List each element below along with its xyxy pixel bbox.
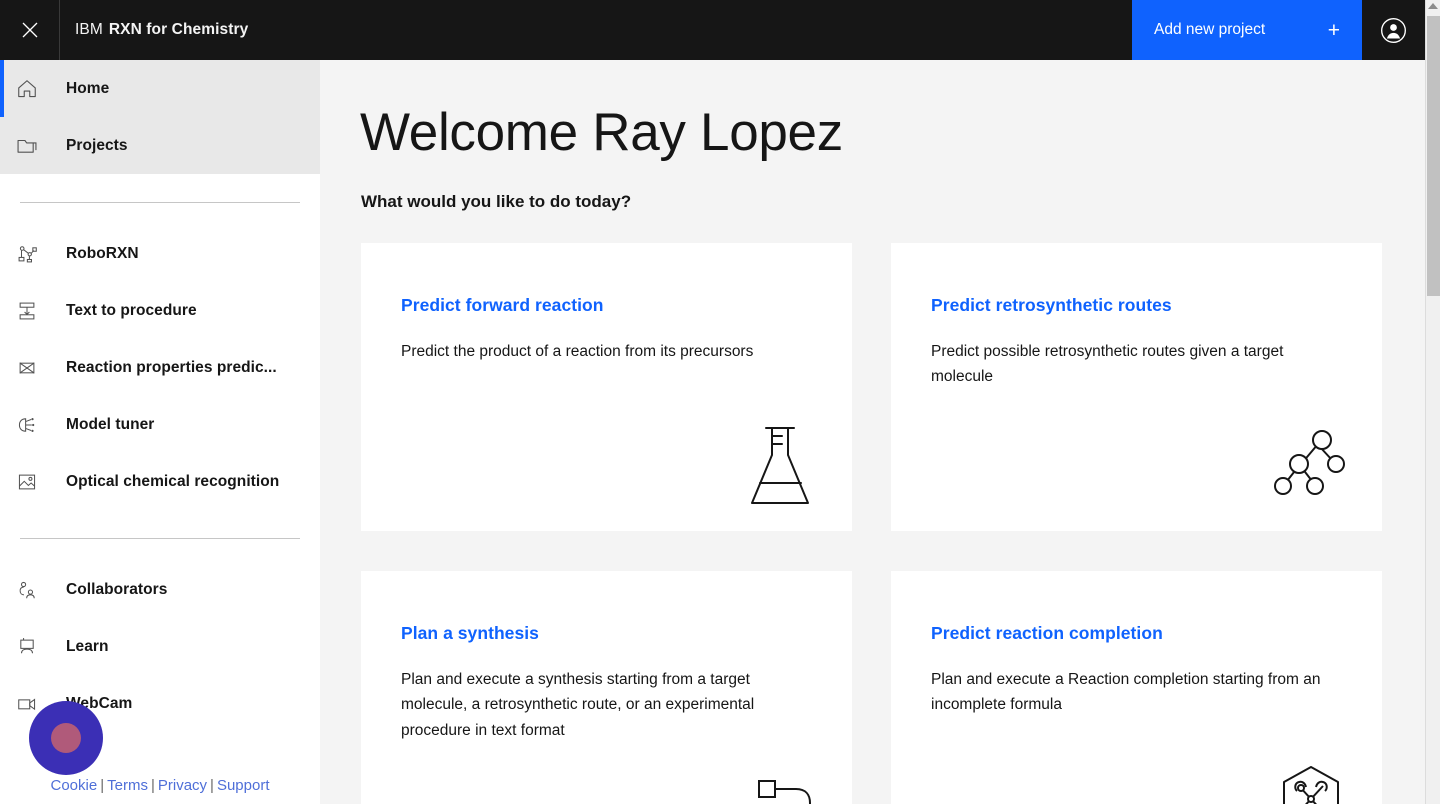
reaction-properties-icon: [16, 357, 48, 379]
sidebar-item-reaction-properties-label: Reaction properties predic...: [66, 358, 277, 376]
add-new-project-button[interactable]: Add new project +: [1132, 0, 1362, 60]
card-predict-retrosynthetic-routes[interactable]: Predict retrosynthetic routes Predict po…: [891, 243, 1382, 532]
erlenmeyer-flask-icon: [742, 425, 820, 511]
sidebar-item-learn-label: Learn: [66, 637, 109, 655]
sidebar-item-collaborators[interactable]: Collaborators: [0, 561, 320, 618]
footer-link-support[interactable]: Support: [217, 777, 270, 794]
sidebar-item-webcam[interactable]: WebCam: [0, 675, 320, 732]
tree-graph-icon: [1272, 425, 1350, 511]
card-description: Plan and execute a Reaction completion s…: [931, 671, 1321, 714]
sidebar-item-text-to-procedure-label: Text to procedure: [66, 301, 197, 319]
sidebar-tools-group: RoboRXN Text to procedure Reaction prope…: [0, 225, 320, 510]
folder-icon: [16, 135, 48, 157]
sidebar-divider-bottom: [20, 538, 300, 539]
main-content-area: Welcome Ray Lopez What would you like to…: [320, 60, 1425, 804]
home-icon: [16, 78, 48, 100]
sidebar-item-model-tuner[interactable]: Model tuner: [0, 396, 320, 453]
card-title: Predict retrosynthetic routes: [931, 295, 1172, 316]
application-window: IBM RXN for Chemistry Add new project +: [0, 0, 1440, 804]
image-recognition-icon: [16, 471, 48, 493]
footer-link-terms[interactable]: Terms: [107, 777, 148, 794]
sidebar-item-collaborators-label: Collaborators: [66, 580, 168, 598]
webcam-icon: [16, 693, 48, 715]
sidebar-item-text-to-procedure[interactable]: Text to procedure: [0, 282, 320, 339]
sidebar-item-optical-chemical-recognition-label: Optical chemical recognition: [66, 472, 280, 490]
sidebar-secondary-group: Collaborators Learn WebCam: [0, 561, 320, 732]
card-description: Predict possible retrosynthetic routes g…: [931, 343, 1284, 386]
card-title: Plan a synthesis: [401, 623, 539, 644]
sidebar-item-projects-label: Projects: [66, 136, 128, 154]
footer-link-cookie[interactable]: Cookie: [51, 777, 98, 794]
card-description: Predict the product of a reaction from i…: [401, 343, 754, 361]
top-header-bar: IBM RXN for Chemistry Add new project +: [0, 0, 1425, 60]
sidebar-footer-links: Cookie | Terms | Privacy | Support: [0, 777, 320, 794]
card-description: Plan and execute a synthesis starting fr…: [401, 671, 755, 739]
molecule-hexagon-icon: [1272, 753, 1350, 804]
sidebar-item-learn[interactable]: Learn: [0, 618, 320, 675]
page-title: Welcome Ray Lopez: [360, 103, 843, 162]
sidebar-item-roborxn-label: RoboRXN: [66, 244, 139, 262]
card-plan-a-synthesis[interactable]: Plan a synthesis Plan and execute a synt…: [361, 571, 852, 804]
sidebar-item-webcam-label: WebCam: [66, 694, 133, 712]
brand-title[interactable]: IBM RXN for Chemistry: [60, 0, 248, 60]
sidebar-item-optical-chemical-recognition[interactable]: Optical chemical recognition: [0, 453, 320, 510]
user-avatar-icon[interactable]: [1362, 0, 1425, 60]
footer-link-privacy[interactable]: Privacy: [158, 777, 207, 794]
add-new-project-label: Add new project: [1154, 21, 1266, 38]
brand-name: RXN for Chemistry: [108, 21, 249, 38]
sidebar-divider-top: [20, 202, 300, 203]
card-title: Predict reaction completion: [931, 623, 1163, 644]
sidebar-item-model-tuner-label: Model tuner: [66, 415, 155, 433]
vertical-scrollbar[interactable]: [1425, 0, 1440, 804]
text-to-procedure-icon: [16, 300, 48, 322]
sidebar-primary-group: Home Projects: [0, 60, 320, 174]
plus-icon: +: [1327, 18, 1340, 42]
scroll-up-arrow-icon[interactable]: [1428, 3, 1438, 9]
footer-separator-3: |: [210, 777, 214, 794]
sidebar-item-home-label: Home: [66, 79, 110, 97]
flow-diagram-icon: [742, 753, 820, 804]
brand-prefix: IBM: [75, 21, 103, 38]
collaborators-icon: [16, 579, 48, 601]
sidebar-item-roborxn[interactable]: RoboRXN: [0, 225, 320, 282]
card-predict-reaction-completion[interactable]: Predict reaction completion Plan and exe…: [891, 571, 1382, 804]
left-sidebar: Home Projects RoboRXN Text to procedure …: [0, 60, 320, 804]
page-subtitle: What would you like to do today?: [361, 192, 632, 212]
footer-separator-1: |: [100, 777, 105, 794]
close-icon[interactable]: [0, 0, 60, 60]
sidebar-item-reaction-properties[interactable]: Reaction properties predic...: [0, 339, 320, 396]
robot-arm-icon: [16, 243, 48, 265]
card-title: Predict forward reaction: [401, 295, 604, 316]
sidebar-item-home[interactable]: Home: [0, 60, 320, 117]
header-spacer: [248, 0, 1132, 60]
sidebar-item-projects[interactable]: Projects: [0, 117, 320, 174]
card-predict-forward-reaction[interactable]: Predict forward reaction Predict the pro…: [361, 243, 852, 532]
scrollbar-thumb[interactable]: [1427, 16, 1440, 296]
action-card-grid: Predict forward reaction Predict the pro…: [320, 212, 1425, 804]
model-tuner-icon: [16, 414, 48, 436]
learn-icon: [16, 636, 48, 658]
footer-separator-2: |: [150, 777, 155, 794]
